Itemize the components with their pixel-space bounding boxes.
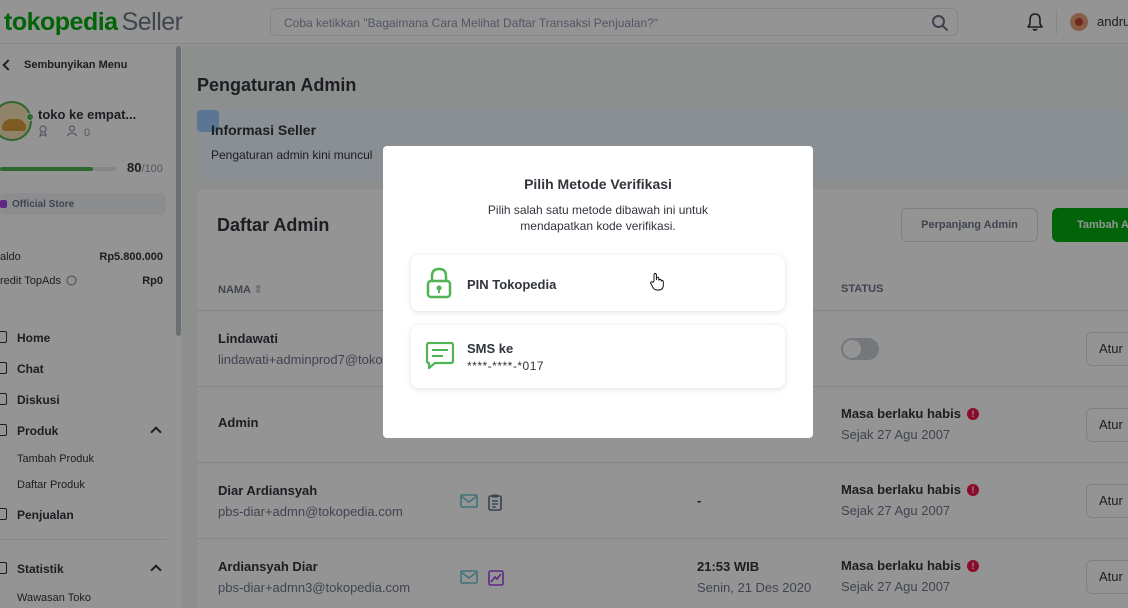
hand-cursor-icon — [650, 273, 664, 296]
lock-icon — [425, 267, 453, 304]
verification-method-modal: Pilih Metode Verifikasi Pilih salah satu… — [383, 146, 813, 438]
modal-title: Pilih Metode Verifikasi — [524, 176, 672, 192]
pin-tokopedia-option[interactable]: PIN Tokopedia — [411, 255, 785, 311]
option-label: PIN Tokopedia — [467, 277, 557, 292]
sms-option[interactable]: SMS ke ****-****-*017 — [411, 325, 785, 388]
modal-description: Pilih salah satu metode dibawah ini untu… — [487, 203, 709, 233]
chat-bubble-icon — [425, 341, 455, 375]
masked-phone-number: ****-****-*017 — [467, 359, 545, 373]
option-label: SMS ke — [467, 341, 514, 356]
